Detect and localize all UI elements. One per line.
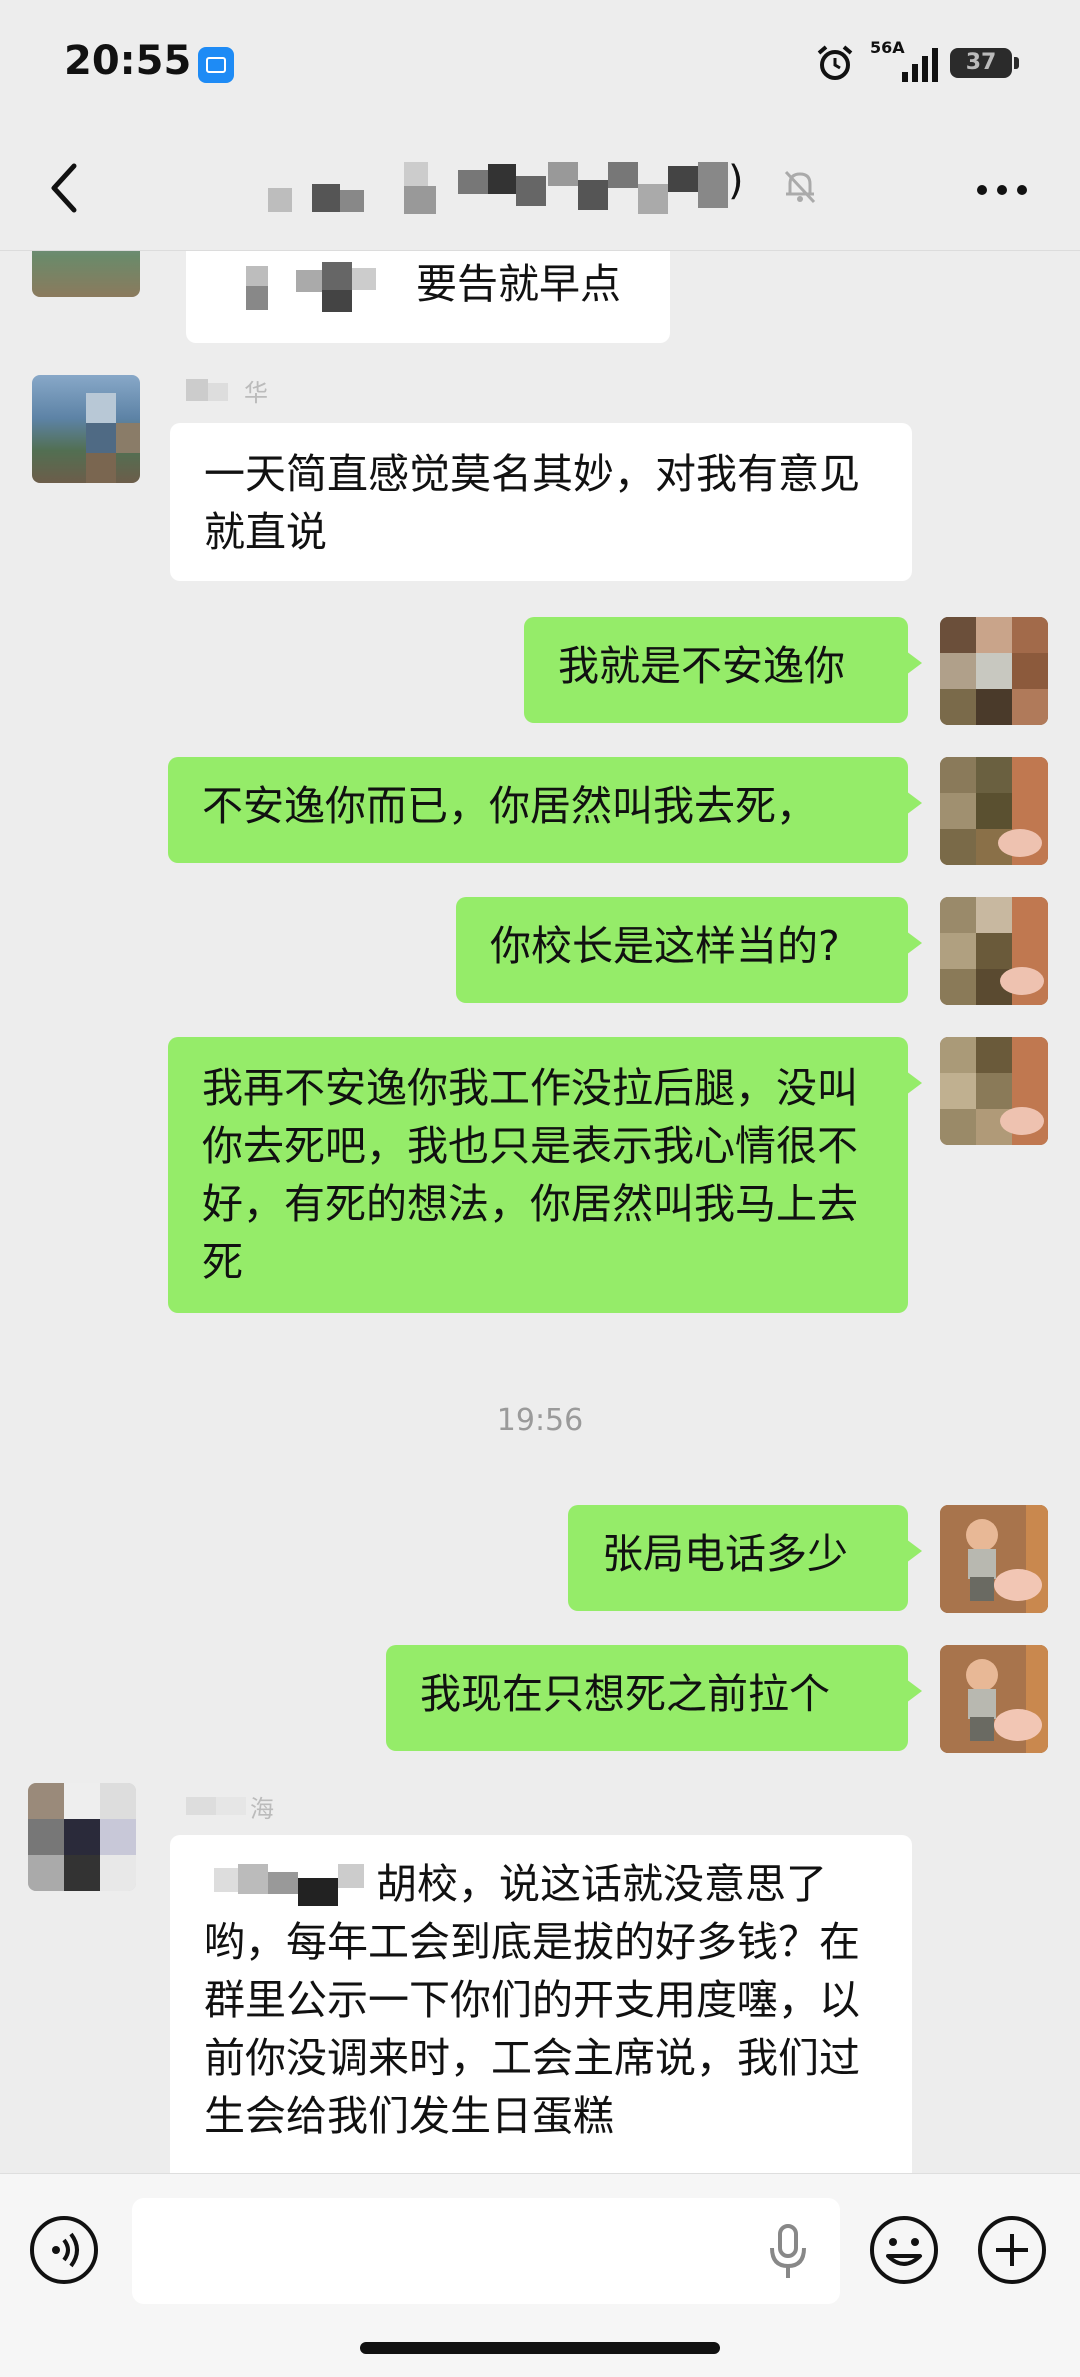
mic-icon[interactable]	[768, 2224, 808, 2280]
mute-bell-icon	[784, 170, 816, 204]
signal-icon	[902, 48, 938, 82]
chat-header: )	[0, 128, 1080, 251]
avatar-self[interactable]	[940, 617, 1048, 725]
more-icon[interactable]	[974, 180, 1030, 200]
avatar[interactable]	[32, 251, 140, 297]
message-bubble-sent[interactable]: 张局电话多少	[568, 1505, 922, 1611]
status-time: 20:55	[64, 38, 192, 84]
avatar-self[interactable]	[940, 897, 1048, 1005]
message-bubble-sent[interactable]: 我就是不安逸你	[524, 617, 922, 723]
avatar[interactable]	[28, 1783, 136, 1891]
message-bubble-received[interactable]: 要告就早点	[186, 251, 670, 343]
message-bubble-sent[interactable]: 你校长是这样当的?	[456, 897, 922, 1003]
message-input[interactable]	[132, 2198, 840, 2304]
message-bubble-sent[interactable]: 我现在只想死之前拉个	[386, 1645, 922, 1751]
avatar[interactable]	[32, 375, 140, 483]
emoji-icon[interactable]	[868, 2214, 940, 2286]
chat-messages[interactable]: 要告就早点 华 一天简直感觉莫名其妙，对我有意见就直说 我就是不安逸你 不安逸你…	[0, 251, 1080, 2173]
back-arrow-icon[interactable]	[40, 158, 90, 218]
input-bar	[0, 2173, 1080, 2377]
message-bubble-received[interactable]: 一天简直感觉莫名其妙，对我有意见就直说	[170, 423, 912, 581]
redacted-text	[214, 1864, 364, 1906]
home-indicator[interactable]	[360, 2342, 720, 2354]
alarm-icon	[817, 45, 853, 80]
plus-icon[interactable]	[976, 2214, 1048, 2286]
chat-title-redacted	[268, 162, 728, 214]
chat-title-partial: )	[728, 158, 744, 204]
sender-name-redacted: 华	[186, 379, 268, 405]
message-text: 张局电话多少	[602, 1530, 848, 1578]
svg-text:华: 华	[244, 379, 268, 405]
avatar-self[interactable]	[940, 1037, 1048, 1145]
app-notification-icon	[198, 47, 234, 83]
avatar-self[interactable]	[940, 757, 1048, 865]
message-text: 我现在只想死之前拉个	[420, 1670, 830, 1718]
message-text: 我再不安逸你我工作没拉后腿，没叫你去死吧，我也只是表示我心情很不好，有死的想法，…	[202, 1064, 858, 1286]
avatar-self[interactable]	[940, 1505, 1048, 1613]
message-timestamp: 19:56	[496, 1403, 584, 1438]
redacted-text	[246, 262, 376, 312]
message-bubble-received[interactable]: 胡校，说这话就没意思了哟，每年工会到底是拔的好多钱？在群里公示一下你们的开支用度…	[170, 1835, 912, 2173]
message-text: 不安逸你而已，你居然叫我去死，	[202, 782, 817, 830]
message-bubble-sent[interactable]: 不安逸你而已，你居然叫我去死，	[168, 757, 922, 863]
message-bubble-sent[interactable]: 我再不安逸你我工作没拉后腿，没叫你去死吧，我也只是表示我心情很不好，有死的想法，…	[168, 1037, 922, 1313]
battery-icon: 37	[950, 48, 1019, 78]
avatar-self[interactable]	[940, 1645, 1048, 1753]
message-text: 你校长是这样当的?	[490, 922, 840, 970]
message-text: 我就是不安逸你	[558, 642, 845, 690]
svg-text:海: 海	[250, 1795, 274, 1821]
message-text: 要告就早点	[416, 260, 621, 308]
sender-name-redacted: 海	[186, 1795, 274, 1821]
status-bar: 20:55 56A 37	[0, 0, 1080, 128]
voice-icon[interactable]	[30, 2216, 98, 2284]
message-text: 一天简直感觉莫名其妙，对我有意见就直说	[204, 450, 860, 556]
